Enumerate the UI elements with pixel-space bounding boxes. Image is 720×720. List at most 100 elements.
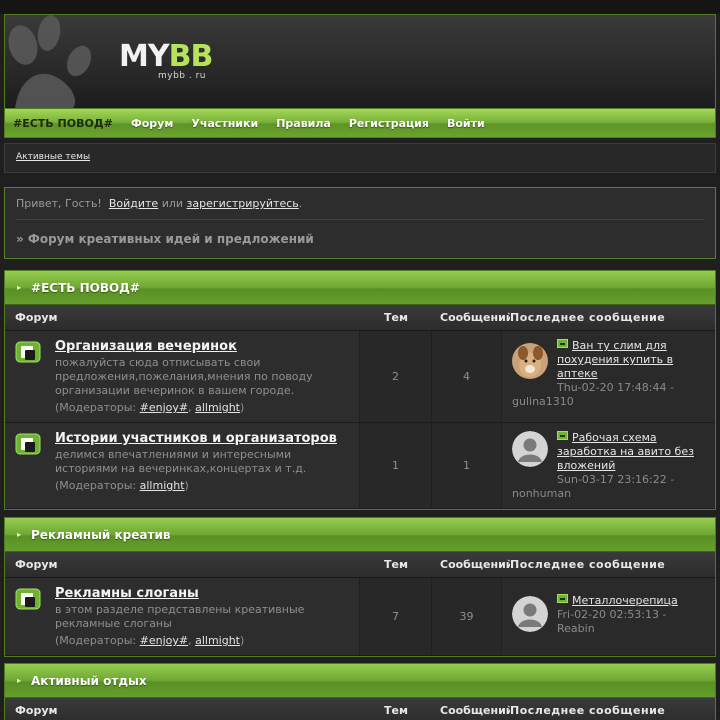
new-post-icon	[557, 339, 568, 348]
last-post-cell: Ван ту слим для похудения купить в аптек…	[502, 331, 715, 422]
forum-row: Рекламны слоганы в этом разделе представ…	[5, 578, 715, 656]
moderator-link[interactable]: #enjoy#	[140, 401, 188, 414]
nav-item-register[interactable]: Регистрация	[349, 117, 429, 130]
col-posts: Сообщений	[440, 311, 510, 324]
new-post-icon	[557, 431, 568, 440]
forum-moderators: (Модераторы: allmight)	[55, 479, 189, 492]
nav-item-home[interactable]: #ЕСТЬ ПОВОД#	[13, 117, 113, 130]
user-avatar[interactable]	[512, 343, 548, 379]
last-post-cell: Металлочерепица Fri-02-20 02:53:13 - Rea…	[502, 578, 715, 655]
col-forum: Форум	[15, 704, 58, 717]
login-link[interactable]: Войдите	[109, 197, 158, 210]
posts-count: 1	[432, 423, 502, 508]
col-topics: Тем	[384, 558, 408, 571]
user-avatar[interactable]	[512, 596, 548, 632]
col-last-post: Последнее сообщение	[510, 704, 666, 717]
forum-name[interactable]: Организация вечеринок	[55, 339, 349, 354]
register-link[interactable]: зарегистрируйтесь	[187, 197, 299, 210]
column-headers: Форум Тем Сообщений Последнее сообщение	[5, 698, 715, 720]
forum-description: делимся впечатлениями и интересными исто…	[55, 448, 307, 475]
logo-main: MY	[119, 39, 170, 74]
forum-moderators: (Модераторы: #enjoy#, allmight)	[55, 401, 245, 414]
col-last-post: Последнее сообщение	[510, 311, 666, 324]
forum-icon	[15, 341, 41, 363]
category-header[interactable]: ▸ Активный отдых	[5, 664, 715, 698]
logo-accent: BB	[168, 39, 214, 74]
col-topics: Тем	[384, 311, 408, 324]
category-header[interactable]: ▸ #ЕСТЬ ПОВОД#	[5, 271, 715, 305]
category-arrow-icon: ▸	[17, 530, 22, 539]
moderators-label: (Модераторы:	[55, 401, 137, 414]
last-post-date: Thu-02-20 17:48:44 -	[557, 381, 674, 394]
greeting-panel: Привет, Гость! Войдите или зарегистрируй…	[4, 187, 716, 259]
site-logo[interactable]: MYBB	[119, 39, 214, 74]
forum-description: пожалуйста сюда отписывать свои предложе…	[55, 356, 313, 397]
last-post-cell: Рабочая схема заработка на авито без вло…	[502, 423, 715, 508]
forum-row: Истории участников и организаторов делим…	[5, 423, 715, 509]
moderator-link[interactable]: #enjoy#	[140, 634, 188, 647]
last-post-date: Fri-02-20 02:53:13 -	[557, 608, 667, 621]
topics-count: 2	[360, 331, 432, 422]
top-strip	[0, 0, 720, 14]
forum-icon	[15, 588, 41, 610]
category-title: Рекламный креатив	[31, 527, 171, 542]
last-post-user[interactable]: gulina1310	[512, 395, 705, 408]
posts-count: 39	[432, 578, 502, 655]
topics-count: 1	[360, 423, 432, 508]
site-header: MYBB mybb . ru	[4, 14, 716, 108]
col-posts: Сообщений	[440, 558, 510, 571]
forum-cell: Истории участников и организаторов делим…	[5, 423, 360, 508]
col-last-post: Последнее сообщение	[510, 558, 666, 571]
col-posts: Сообщений	[440, 704, 510, 717]
col-topics: Тем	[384, 704, 408, 717]
col-forum: Форум	[15, 311, 58, 324]
greeting-dot: .	[298, 197, 303, 210]
topics-count: 7	[360, 578, 432, 655]
moderator-link[interactable]: allmight	[140, 479, 185, 492]
nav-item-forum[interactable]: Форум	[131, 117, 174, 130]
last-post-date: Sun-03-17 23:16:22 -	[557, 473, 675, 486]
nav-item-members[interactable]: Участники	[191, 117, 258, 130]
column-headers: Форум Тем Сообщений Последнее сообщение	[5, 552, 715, 578]
active-topics-link[interactable]: Активные темы	[16, 152, 90, 162]
moderators-label: (Модераторы:	[55, 479, 137, 492]
forum-cell: Рекламны слоганы в этом разделе представ…	[5, 578, 360, 655]
category-arrow-icon: ▸	[17, 676, 22, 685]
forum-moderators: (Модераторы: #enjoy#, allmight)	[55, 634, 245, 647]
col-forum: Форум	[15, 558, 58, 571]
sub-navigation: Активные темы	[4, 143, 716, 173]
category-header[interactable]: ▸ Рекламный креатив	[5, 518, 715, 552]
board-title: » Форум креативных идей и предложений	[16, 232, 314, 246]
nav-item-login[interactable]: Войти	[447, 117, 485, 130]
greeting-line: Привет, Гость! Войдите или зарегистрируй…	[16, 197, 704, 220]
moderator-link[interactable]: allmight	[195, 401, 240, 414]
category-block: ▸ #ЕСТЬ ПОВОД# Форум Тем Сообщений После…	[4, 270, 716, 510]
moderators-label: (Модераторы:	[55, 634, 137, 647]
greeting-text: Привет, Гость!	[16, 197, 102, 210]
user-avatar[interactable]	[512, 431, 548, 467]
main-navigation: #ЕСТЬ ПОВОД# Форум Участники Правила Рег…	[4, 108, 716, 138]
last-post-link[interactable]: Ван ту слим для похудения купить в аптек…	[557, 339, 673, 380]
paw-print-icon	[8, 15, 92, 108]
forum-name[interactable]: Истории участников и организаторов	[55, 431, 349, 446]
forum-description: в этом разделе представлены креативные р…	[55, 603, 305, 630]
forum-cell: Организация вечеринок пожалуйста сюда от…	[5, 331, 360, 422]
column-headers: Форум Тем Сообщений Последнее сообщение	[5, 305, 715, 331]
last-post-link[interactable]: Металлочерепица	[572, 594, 678, 607]
moderator-link[interactable]: allmight	[195, 634, 240, 647]
category-block: ▸ Рекламный креатив Форум Тем Сообщений …	[4, 517, 716, 657]
nav-item-rules[interactable]: Правила	[276, 117, 331, 130]
greeting-or: или	[161, 197, 184, 210]
category-title: Активный отдых	[31, 673, 147, 688]
category-block: ▸ Активный отдых Форум Тем Сообщений Пос…	[4, 663, 716, 720]
last-post-link[interactable]: Рабочая схема заработка на авито без вло…	[557, 431, 694, 472]
last-post-user[interactable]: nonhuman	[512, 487, 705, 500]
forum-name[interactable]: Рекламны слоганы	[55, 586, 349, 601]
category-arrow-icon: ▸	[17, 283, 22, 292]
new-post-icon	[557, 594, 568, 603]
last-post-user[interactable]: Reabin	[557, 622, 595, 635]
category-title: #ЕСТЬ ПОВОД#	[31, 280, 140, 295]
posts-count: 4	[432, 331, 502, 422]
forum-row: Организация вечеринок пожалуйста сюда от…	[5, 331, 715, 423]
forum-icon	[15, 433, 41, 455]
